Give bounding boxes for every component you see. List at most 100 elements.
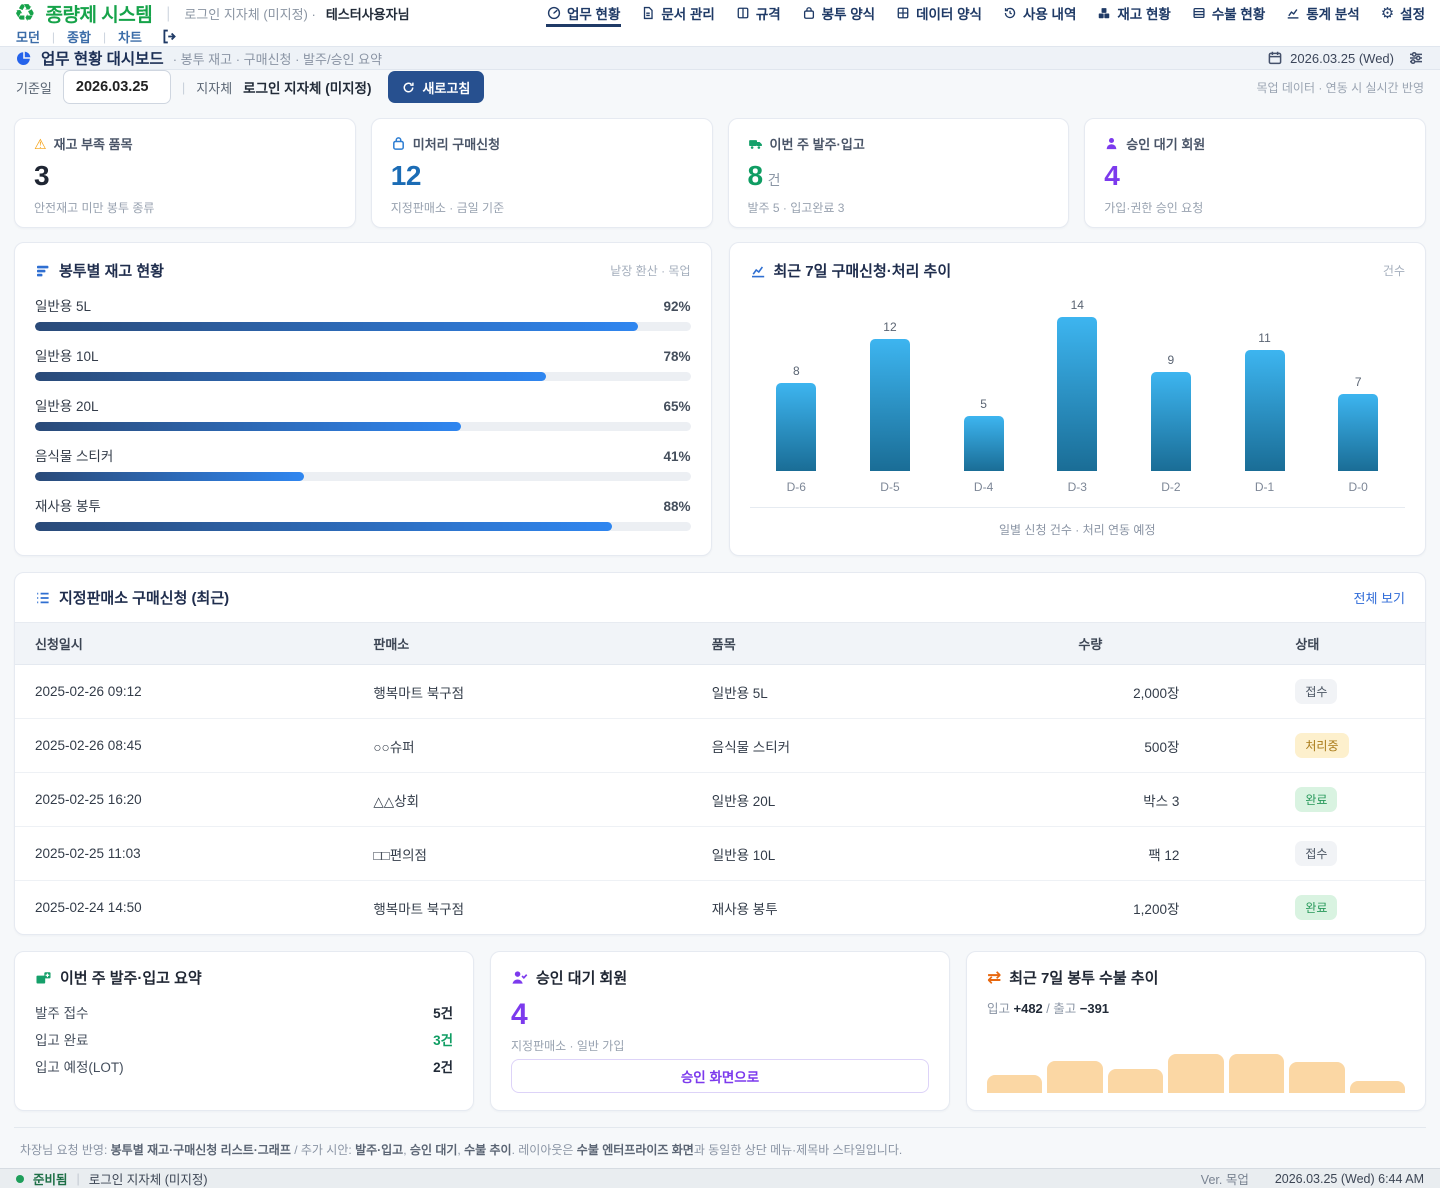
- nav-item-dashboard[interactable]: 업무 현황: [546, 0, 621, 27]
- nav-item-inventory[interactable]: 재고 현황: [1096, 0, 1171, 27]
- status-datetime: 2026.03.25 (Wed) 6:44 AM: [1275, 1172, 1424, 1186]
- table-row[interactable]: 2025-02-25 11:03 □□편의점 일반용 10L 팩 12 접수: [15, 827, 1425, 881]
- view-link-modern[interactable]: 모던: [16, 27, 40, 46]
- history-icon: [1003, 6, 1017, 20]
- mini-bar: [987, 1075, 1042, 1093]
- footnote: 차장님 요청 반영: 봉투별 재고·구매신청 리스트·그래프 / 추가 시안: …: [14, 1127, 1426, 1168]
- out-value: −391: [1080, 1001, 1109, 1016]
- bar: [1245, 350, 1285, 471]
- cell-status: 접수: [1199, 827, 1425, 881]
- transfer-mini-chart: [987, 1053, 1405, 1093]
- shopping-bag-icon: [391, 136, 406, 151]
- stat-caption: 발주 5 · 입고완료 3: [748, 199, 1050, 216]
- cell-store: 행복마트 북구점: [353, 881, 691, 935]
- chart-column: 8: [750, 295, 844, 471]
- status-badge: 완료: [1295, 895, 1337, 920]
- mini-bar: [1047, 1061, 1102, 1093]
- table-row[interactable]: 2025-02-24 14:50 행복마트 북구점 재사용 봉투 1,200장 …: [15, 881, 1425, 935]
- header-date-chip[interactable]: 2026.03.25 (Wed): [1267, 50, 1394, 66]
- table-row[interactable]: 2025-02-26 08:45 ○○슈퍼 음식물 스티커 500장 처리중: [15, 719, 1425, 773]
- stat-value: 12: [391, 160, 693, 192]
- stat-value: 3: [34, 160, 336, 192]
- approval-count: 4: [511, 998, 929, 1032]
- divider: |: [182, 80, 185, 95]
- nav-item-statistics[interactable]: 통계 분석: [1285, 0, 1360, 27]
- bottom-cards-row: 이번 주 발주·입고 요약 발주 접수 5건 입고 완료 3건 입고 예정(LO…: [14, 951, 1426, 1111]
- nav-label: 규격: [756, 3, 781, 23]
- grid-icon: [896, 6, 910, 20]
- cell-datetime: 2025-02-25 16:20: [15, 773, 353, 827]
- mini-bar: [1289, 1062, 1344, 1093]
- cell-store: ○○슈퍼: [353, 719, 691, 773]
- cell-qty: 500장: [1058, 719, 1199, 773]
- order-value: 5건: [433, 1002, 453, 1022]
- x-label: D-2: [1124, 480, 1218, 494]
- base-date-input[interactable]: [63, 70, 171, 104]
- footnote-text: 승인 대기: [410, 1143, 458, 1157]
- trend-chart-icon: [750, 263, 766, 279]
- progress-track: [35, 372, 691, 381]
- view-link-summary[interactable]: 종합: [67, 27, 91, 46]
- table-row[interactable]: 2025-02-26 09:12 행복마트 북구점 일반용 5L 2,000장 …: [15, 665, 1425, 719]
- truck-icon: [748, 136, 763, 151]
- bar: [964, 416, 1004, 471]
- view-switcher: 모던 | 종합 | 차트: [0, 27, 1440, 46]
- view-link-chart[interactable]: 차트: [118, 27, 142, 46]
- stat-card-low-stock: ⚠ 재고 부족 품목 3 안전재고 미만 봉투 종류: [14, 118, 356, 228]
- inventory-percent: 65%: [663, 399, 690, 414]
- progress-track: [35, 422, 691, 431]
- table-row[interactable]: 2025-02-25 16:20 △△상회 일반용 20L 박스 3 완료: [15, 773, 1425, 827]
- bar: [776, 383, 816, 471]
- bag-icon: [802, 6, 816, 20]
- stat-title: 재고 부족 품목: [54, 134, 133, 153]
- unit-label: 건수: [1383, 262, 1405, 279]
- inventory-label: 재사용 봉투: [35, 495, 101, 515]
- refresh-button[interactable]: 새로고침: [388, 71, 484, 103]
- dashboard-title-bar: 업무 현황 대시보드 · 봉투 재고 · 구매신청 · 발주/승인 요약 202…: [0, 46, 1440, 70]
- main-nav: 업무 현황 문서 관리 규격 봉투 양식 데이터 양식 사용 내역: [546, 0, 1426, 27]
- nav-item-bag-forms[interactable]: 봉투 양식: [801, 0, 876, 27]
- inventory-percent: 78%: [663, 349, 690, 364]
- sliders-icon[interactable]: [1408, 50, 1424, 66]
- chart-column: 11: [1218, 295, 1312, 471]
- nav-item-settings[interactable]: ⚙ 설정: [1380, 0, 1426, 27]
- nav-item-documents[interactable]: 문서 관리: [640, 0, 715, 27]
- inventory-label: 일반용 5L: [35, 295, 91, 315]
- status-badge: 접수: [1295, 841, 1337, 866]
- panel-title: 봉투별 재고 현황: [59, 260, 164, 281]
- stat-card-pending-members: 승인 대기 회원 4 가입·권한 승인 요청: [1084, 118, 1426, 228]
- unit-note: 낱장 환산 · 목업: [610, 262, 690, 279]
- card-title: 최근 7일 봉투 수불 추이: [1009, 967, 1158, 988]
- inventory-percent: 41%: [663, 449, 690, 464]
- cell-datetime: 2025-02-26 09:12: [15, 665, 353, 719]
- inventory-row: 일반용 20L65%: [35, 395, 691, 431]
- stat-card-pending-purchases: 미처리 구매신청 12 지정판매소 · 금일 기준: [371, 118, 713, 228]
- recycle-logo-icon: ♻: [14, 2, 36, 26]
- nav-item-transfers[interactable]: 수불 현황: [1191, 0, 1266, 27]
- bar-value-label: 5: [980, 397, 987, 411]
- progress-track: [35, 322, 691, 331]
- order-label: 입고 예정(LOT): [35, 1056, 124, 1076]
- status-ready: 준비됨: [33, 1169, 68, 1188]
- cell-status: 접수: [1199, 665, 1425, 719]
- nav-item-specs[interactable]: 규격: [735, 0, 782, 27]
- cell-item: 일반용 20L: [692, 773, 1059, 827]
- view-all-link[interactable]: 전체 보기: [1354, 588, 1405, 607]
- cell-item: 음식물 스티커: [692, 719, 1059, 773]
- progress-fill: [35, 472, 304, 481]
- stat-title: 미처리 구매신청: [413, 134, 500, 153]
- spec-icon: [736, 6, 750, 20]
- swap-arrows-icon: ⇄: [987, 969, 1001, 986]
- nav-item-usage-history[interactable]: 사용 내역: [1002, 0, 1077, 27]
- nav-label: 데이터 양식: [916, 3, 982, 23]
- go-approval-button[interactable]: 승인 화면으로: [511, 1059, 929, 1093]
- version-label: Ver. 목업: [1201, 1169, 1249, 1188]
- progress-fill: [35, 422, 461, 431]
- nav-item-data-forms[interactable]: 데이터 양식: [895, 0, 983, 27]
- chart-column: 12: [843, 295, 937, 471]
- footnote-text: 과 동일한 상단 메뉴·제목바 스타일입니다.: [694, 1143, 902, 1157]
- exit-icon[interactable]: [160, 28, 179, 45]
- cell-datetime: 2025-02-25 11:03: [15, 827, 353, 881]
- cell-qty: 1,200장: [1058, 881, 1199, 935]
- gauge-icon: [547, 6, 561, 20]
